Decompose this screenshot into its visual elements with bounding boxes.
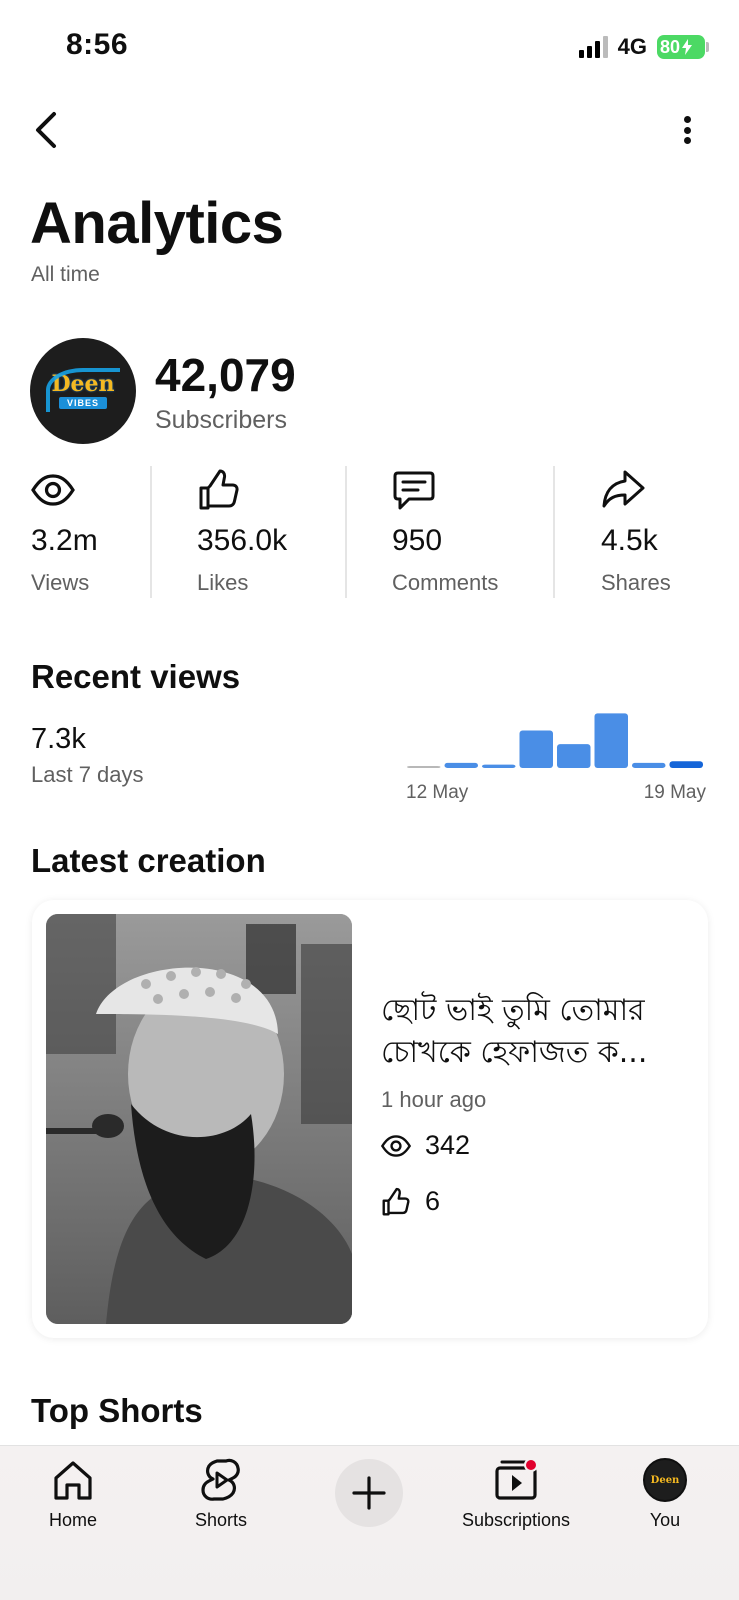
nav-home[interactable]: Home bbox=[3, 1456, 143, 1531]
network-type: 4G bbox=[617, 34, 647, 59]
status-time: 8:56 bbox=[66, 28, 129, 61]
you-avatar-logo: Deen bbox=[643, 1458, 687, 1502]
bottom-nav: Home Shorts Subscriptions Deen You bbox=[0, 1445, 739, 1600]
chevron-left-icon bbox=[36, 112, 56, 148]
home-icon bbox=[49, 1456, 97, 1504]
video-views-value: 342 bbox=[425, 1130, 471, 1160]
stat-value: 3.2m bbox=[31, 524, 98, 557]
chart-tick-label: 19 May bbox=[644, 782, 706, 803]
chart-bar-13-may bbox=[444, 762, 478, 768]
nav-label: Shorts bbox=[194, 1510, 248, 1530]
chart-tick-label: 12 May bbox=[406, 782, 469, 803]
chart-bar-17-may bbox=[594, 713, 628, 768]
eye-icon bbox=[381, 1134, 411, 1157]
latest-video-card[interactable]: ছোট ভাই তুমি তোমার চোখকে হেফাজত ক... 1 h… bbox=[32, 900, 708, 1338]
share-icon bbox=[602, 470, 645, 508]
stat-label: Shares bbox=[601, 570, 671, 595]
nav-label: You bbox=[649, 1510, 681, 1530]
battery-icon: 80 bbox=[657, 35, 709, 59]
chart-bar-15-may bbox=[519, 730, 553, 768]
video-likes: 6 bbox=[381, 1186, 440, 1217]
chart-bar-12-may bbox=[407, 766, 441, 768]
stat-label: Views bbox=[31, 570, 90, 595]
chart-bar-16-may bbox=[557, 744, 591, 768]
page-title: Analytics bbox=[30, 191, 284, 256]
nav-label: Home bbox=[48, 1510, 97, 1530]
video-likes-value: 6 bbox=[425, 1186, 441, 1216]
shorts-icon bbox=[197, 1456, 245, 1504]
chart-bar-18-may bbox=[632, 762, 666, 768]
recent-views-chart[interactable]: 12 May 19 May bbox=[406, 710, 706, 810]
divider bbox=[553, 466, 555, 598]
thumbs-up-icon bbox=[199, 469, 239, 510]
nav-label: Subscriptions bbox=[461, 1510, 571, 1530]
comment-icon bbox=[393, 471, 435, 510]
chart-bar-14-may bbox=[482, 764, 516, 768]
stat-value: 356.0k bbox=[197, 524, 288, 557]
stat-value: 950 bbox=[392, 524, 443, 557]
subscriptions-icon bbox=[492, 1456, 540, 1504]
signal-icon bbox=[578, 36, 608, 58]
divider bbox=[150, 466, 152, 598]
thumbs-up-icon bbox=[382, 1187, 410, 1215]
stats-row: 3.2m Views 356.0k Likes 950 Comments 4.5… bbox=[0, 466, 739, 598]
avatar: Deen bbox=[641, 1456, 689, 1504]
video-time: 1 hour ago bbox=[381, 1087, 487, 1112]
channel-avatar: Deen VIBES bbox=[30, 338, 136, 444]
subscriber-count: 42,079 bbox=[155, 349, 296, 401]
stat-value: 4.5k bbox=[601, 524, 658, 557]
video-title[interactable]: ছোট ভাই তুমি তোমার চোখকে হেফাজত ক... bbox=[381, 990, 671, 1074]
recent-views-period: Last 7 days bbox=[31, 762, 144, 787]
nav-you[interactable]: Deen You bbox=[595, 1456, 735, 1531]
divider bbox=[345, 466, 347, 598]
stat-label: Comments bbox=[392, 570, 499, 595]
chart-bar-19-may bbox=[669, 761, 703, 768]
subscriber-label: Subscribers bbox=[155, 406, 287, 434]
battery-level: 80 bbox=[660, 36, 681, 57]
latest-creation-title: Latest creation bbox=[31, 842, 266, 879]
video-views: 342 bbox=[381, 1130, 470, 1161]
eye-icon bbox=[31, 474, 75, 506]
video-thumbnail[interactable] bbox=[46, 914, 352, 1324]
top-nav bbox=[0, 108, 739, 152]
bar-chart: 12 May 19 May bbox=[406, 713, 706, 803]
plus-icon bbox=[352, 1476, 386, 1510]
create-button[interactable] bbox=[335, 1459, 403, 1527]
back-button[interactable] bbox=[26, 108, 70, 152]
stat-label: Likes bbox=[197, 570, 249, 595]
status-bar: 8:56 4G 80 bbox=[0, 0, 739, 92]
recent-views-title: Recent views bbox=[31, 658, 241, 695]
page-subtitle[interactable]: All time bbox=[31, 263, 100, 287]
status-indicators: 4G 80 bbox=[578, 34, 709, 60]
nav-subscriptions[interactable]: Subscriptions bbox=[446, 1456, 586, 1531]
nav-shorts[interactable]: Shorts bbox=[151, 1456, 291, 1531]
more-options-button[interactable] bbox=[675, 110, 699, 150]
top-shorts-title: Top Shorts bbox=[31, 1392, 203, 1429]
recent-views-value: 7.3k bbox=[31, 723, 86, 755]
notification-dot bbox=[524, 1458, 538, 1472]
